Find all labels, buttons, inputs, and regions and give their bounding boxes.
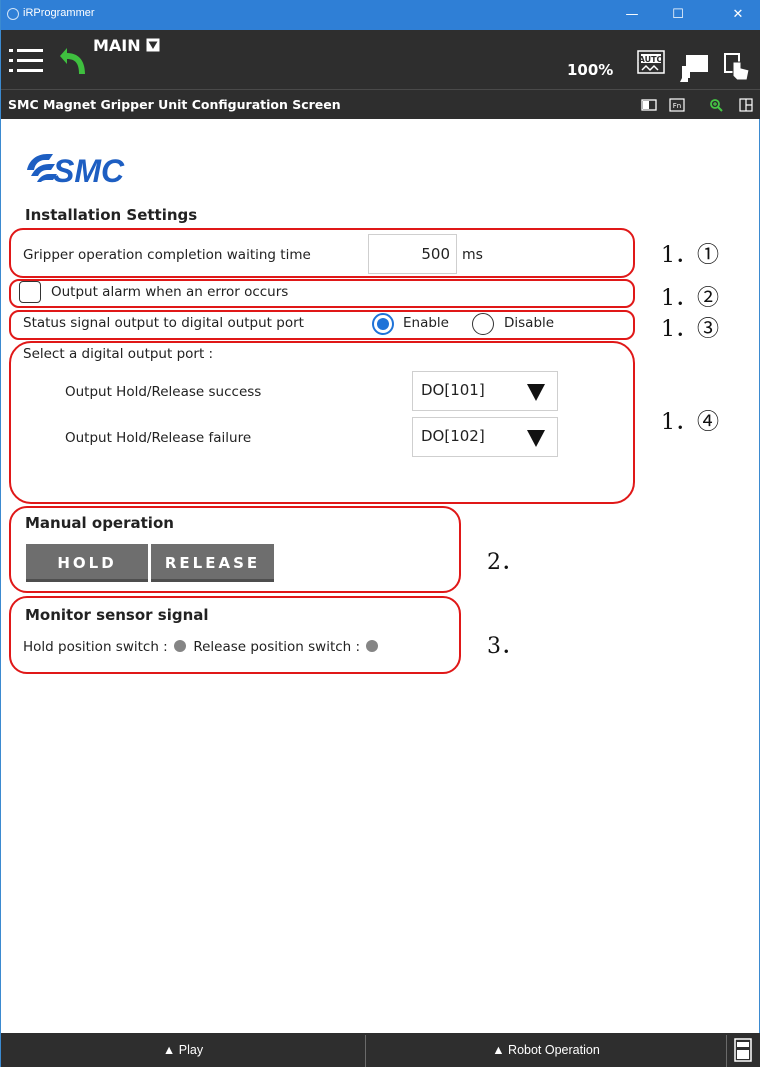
chevron-down-icon: [527, 430, 545, 447]
hold-button[interactable]: HOLD: [26, 544, 148, 582]
hand-pointer-icon[interactable]: [723, 52, 751, 82]
release-switch-label: Release position switch :: [193, 639, 361, 655]
pendant-device-icon[interactable]: [733, 1038, 753, 1062]
window-title: iRProgrammer: [23, 7, 95, 19]
disable-label: Disable: [504, 315, 555, 331]
back-arrow-icon[interactable]: [59, 44, 89, 78]
svg-text:AUTO: AUTO: [639, 55, 664, 64]
failure-port-select[interactable]: DO[102]: [412, 417, 558, 457]
menu-icon[interactable]: [9, 42, 49, 80]
chevron-down-icon: [527, 384, 545, 401]
app-icon: [7, 8, 19, 20]
program-name: MAIN: [93, 36, 141, 55]
play-button[interactable]: ▲ Play: [1, 1033, 365, 1067]
window-title-bar: iRProgrammer — ☐ ✕: [1, 0, 760, 30]
annotation-label-1-3: 1．③: [661, 317, 719, 342]
minimize-button[interactable]: —: [609, 0, 655, 30]
waiting-time-input[interactable]: 500: [368, 234, 457, 274]
alarm-checkbox[interactable]: [19, 281, 41, 303]
waiting-time-label: Gripper operation completion waiting tim…: [23, 247, 311, 263]
smc-logo-text: SMC: [53, 153, 125, 189]
zoom-icon[interactable]: [709, 98, 723, 112]
close-button[interactable]: ✕: [715, 0, 760, 30]
failure-port-label: Output Hold/Release failure: [65, 430, 252, 446]
bottom-divider: [726, 1035, 727, 1067]
annotation-label-1-2: 1．②: [661, 286, 719, 311]
annotation-label-2: 2．: [487, 550, 523, 575]
annotation-label-3: 3．: [487, 634, 523, 659]
app-window: iRProgrammer — ☐ ✕ MAIN 100% AUTO SMC Ma…: [0, 0, 760, 1067]
enable-radio[interactable]: [372, 313, 394, 335]
release-switch-indicator: [366, 640, 379, 652]
release-button[interactable]: RELEASE: [151, 544, 274, 582]
disable-radio[interactable]: [472, 313, 494, 335]
alarm-label: Output alarm when an error occurs: [51, 284, 289, 300]
installation-settings-title: Installation Settings: [25, 206, 198, 224]
split-view-icon[interactable]: [739, 98, 753, 112]
status-output-label: Status signal output to digital output p…: [23, 315, 304, 331]
annotation-label-1-4: 1．④: [661, 410, 719, 435]
success-port-select[interactable]: DO[101]: [412, 371, 558, 411]
hold-switch-indicator: [174, 640, 187, 652]
program-selector[interactable]: MAIN: [93, 36, 160, 55]
teach-pendant-icon[interactable]: [676, 50, 712, 84]
annotation-label-1-1: 1．①: [661, 243, 719, 268]
sensor-status-row: Hold position switch : Release position …: [23, 639, 381, 655]
zoom-level[interactable]: 100%: [567, 61, 613, 79]
smc-logo: SMC: [27, 153, 125, 189]
maximize-button[interactable]: ☐: [655, 0, 701, 30]
success-port-label: Output Hold/Release success: [65, 384, 262, 400]
port-select-title: Select a digital output port :: [23, 346, 214, 362]
screen-title: SMC Magnet Gripper Unit Configuration Sc…: [8, 97, 341, 112]
svg-text:Fn: Fn: [673, 102, 681, 110]
failure-port-value: DO[102]: [421, 427, 485, 445]
auto-mode-icon[interactable]: AUTO: [637, 50, 665, 76]
hold-switch-label: Hold position switch :: [23, 639, 168, 655]
success-port-value: DO[101]: [421, 381, 485, 399]
monitor-sensor-title: Monitor sensor signal: [25, 606, 209, 624]
fn-key-icon[interactable]: Fn: [669, 98, 685, 112]
bottom-bar: ▲ Play ▲ Robot Operation: [1, 1033, 760, 1067]
enable-label: Enable: [403, 315, 449, 331]
robot-operation-button[interactable]: ▲ Robot Operation: [366, 1033, 726, 1067]
screen-header: SMC Magnet Gripper Unit Configuration Sc…: [1, 89, 760, 119]
manual-operation-title: Manual operation: [25, 514, 174, 532]
main-toolbar: MAIN 100% AUTO: [1, 30, 760, 89]
program-dropdown-icon: [146, 38, 160, 52]
panel-layout-icon[interactable]: [641, 98, 657, 112]
waiting-time-unit: ms: [462, 247, 483, 263]
